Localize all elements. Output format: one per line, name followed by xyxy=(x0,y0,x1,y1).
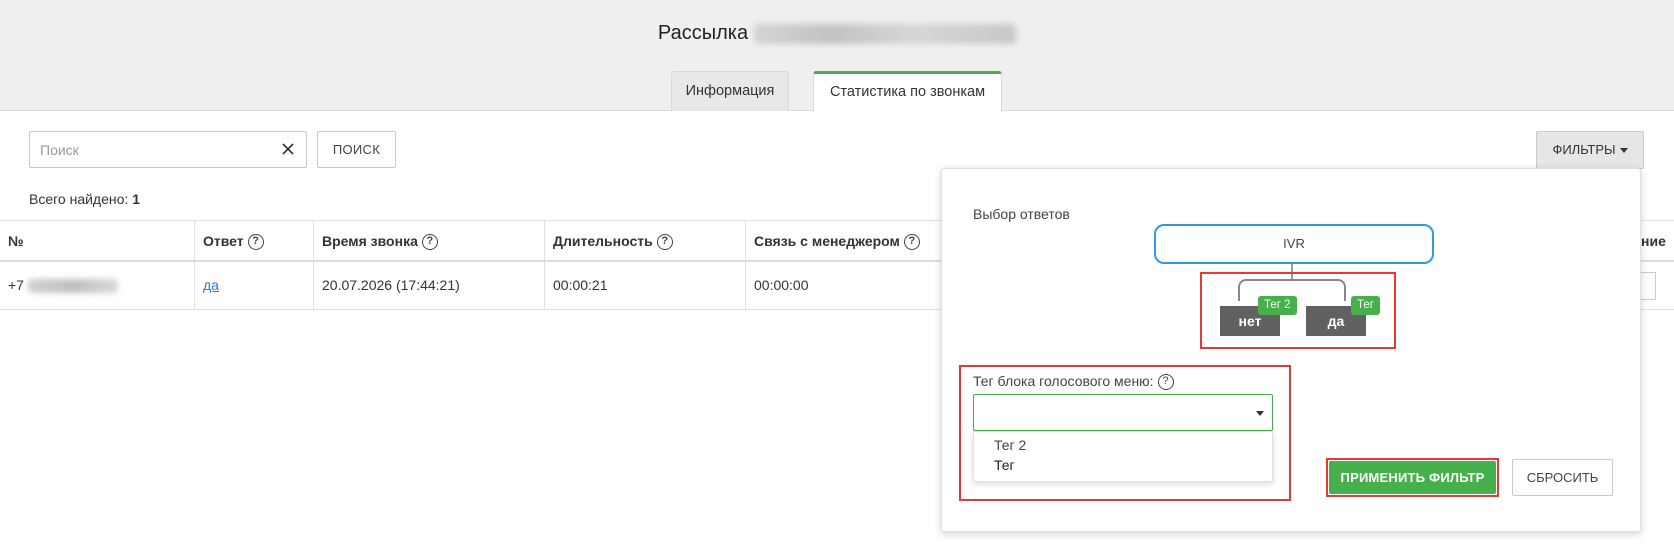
total-found-count: 1 xyxy=(132,191,140,207)
column-header-manager[interactable]: Связь с менеджером? xyxy=(746,221,946,261)
help-icon[interactable]: ? xyxy=(421,234,438,251)
tab-information[interactable]: Информация xyxy=(671,71,789,111)
close-icon[interactable] xyxy=(280,141,296,157)
column-header-number[interactable]: № xyxy=(0,221,195,261)
total-found: Всего найдено: 1 xyxy=(29,191,140,207)
redacted-phone xyxy=(27,279,118,294)
search-input[interactable] xyxy=(30,132,260,167)
column-header-partial[interactable]: ние xyxy=(1641,221,1674,261)
highlight-frame xyxy=(1200,272,1396,349)
caret-down-icon xyxy=(1619,148,1628,154)
cell-manager: 00:00:00 xyxy=(754,277,809,293)
column-header-call-time[interactable]: Время звонка? xyxy=(314,221,545,261)
page-title-text: Рассылка xyxy=(657,22,749,44)
search-field[interactable] xyxy=(29,131,307,168)
answer-link[interactable]: да xyxy=(203,277,219,293)
cell-call-time: 20.07.2026 (17:44:21) xyxy=(314,262,545,309)
redacted-campaign-name xyxy=(754,23,1017,44)
highlight-frame xyxy=(1326,458,1499,497)
highlight-frame xyxy=(959,365,1291,501)
cell-phone: +7 xyxy=(0,262,195,309)
ivr-node[interactable]: IVR xyxy=(1154,224,1434,264)
cell-answer: да xyxy=(195,262,314,309)
column-header-answer[interactable]: Ответ? xyxy=(195,221,314,261)
help-icon[interactable]: ? xyxy=(903,234,920,251)
search-button[interactable]: ПОИСК xyxy=(317,131,396,168)
reset-button[interactable]: СБРОСИТЬ xyxy=(1512,459,1613,496)
help-icon[interactable]: ? xyxy=(247,234,264,251)
cell-duration: 00:00:21 xyxy=(545,262,746,309)
total-found-label: Всего найдено: xyxy=(29,191,129,207)
filters-panel: Выбор ответов IVR нет да Тег 2 Тег Тег б… xyxy=(941,168,1641,532)
row-input-partial[interactable] xyxy=(1641,272,1656,300)
page-header: Рассылка Информация Статистика по звонка… xyxy=(0,0,1674,112)
column-header-duration[interactable]: Длительность? xyxy=(545,221,746,261)
filters-button-label: ФИЛЬТРЫ xyxy=(1552,142,1616,157)
answers-section-label: Выбор ответов xyxy=(973,206,1070,222)
help-icon[interactable]: ? xyxy=(656,234,673,251)
page-title: Рассылка xyxy=(0,22,1674,45)
filters-button[interactable]: ФИЛЬТРЫ xyxy=(1536,131,1644,169)
tab-call-statistics[interactable]: Статистика по звонкам xyxy=(813,71,1002,112)
